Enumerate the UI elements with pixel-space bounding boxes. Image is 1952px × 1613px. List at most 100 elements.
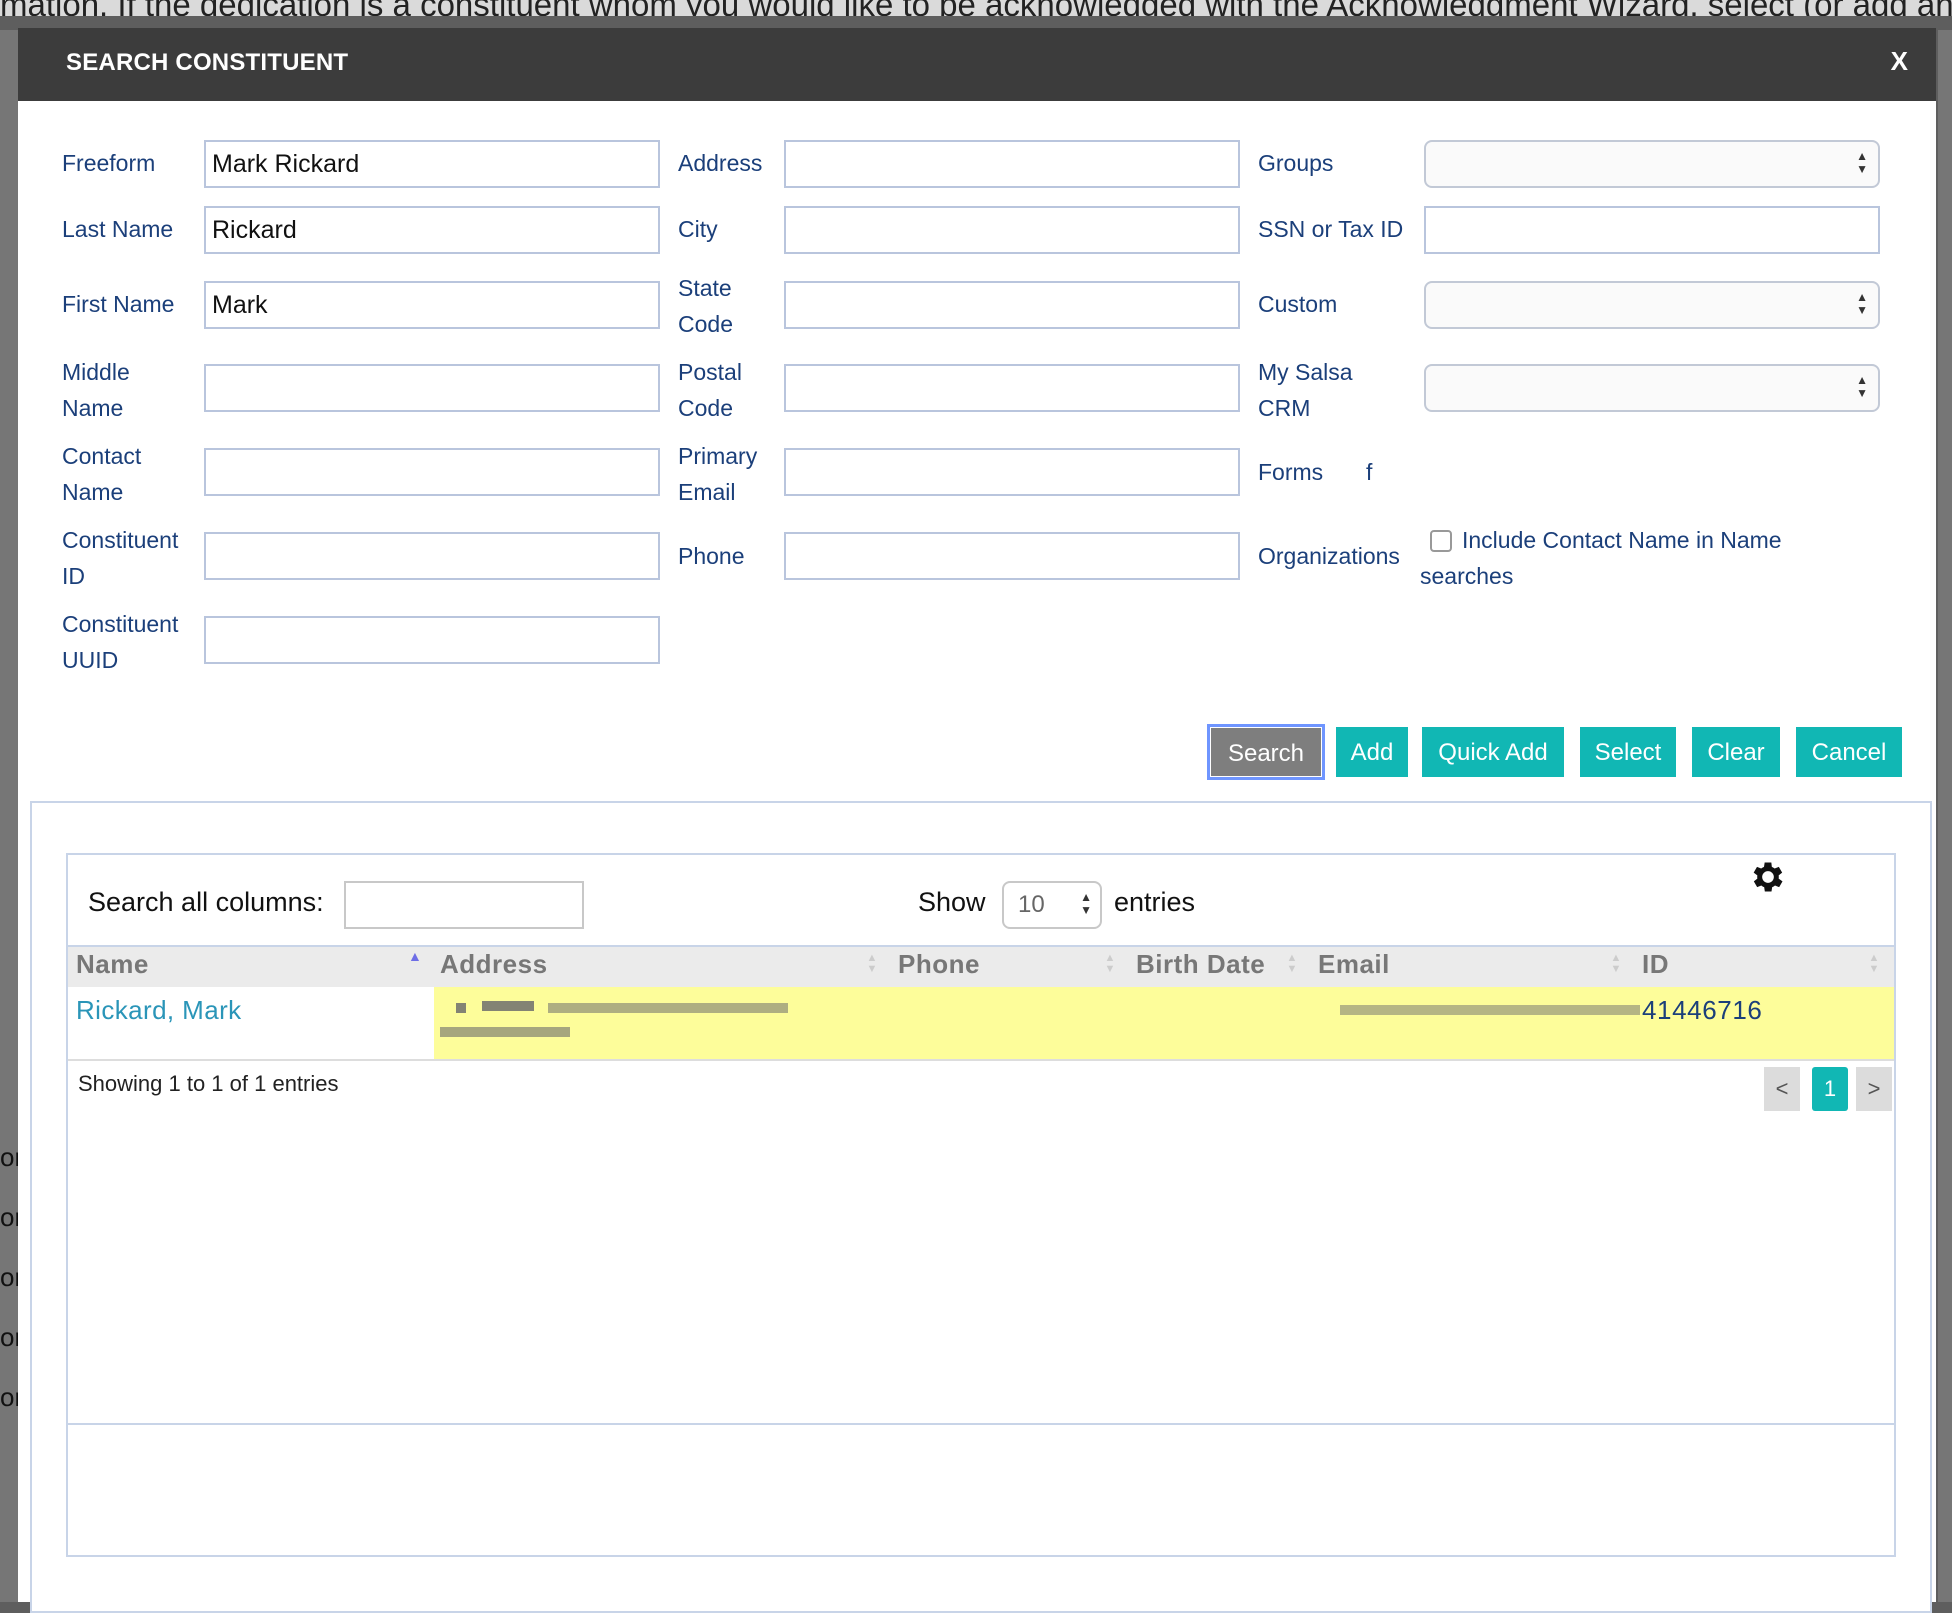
sort-icon: ▲ ▼ bbox=[1286, 952, 1298, 975]
entries-per-page-select[interactable]: 10 ▲ ▼ bbox=[1002, 881, 1102, 929]
label-line: Name bbox=[62, 479, 124, 505]
constituent-id-label: Constituent ID bbox=[62, 522, 178, 594]
gear-icon[interactable] bbox=[1748, 857, 1788, 897]
column-header-birth-date[interactable]: Birth Date bbox=[1136, 949, 1265, 980]
constituent-id-cell: 41446716 bbox=[1642, 995, 1763, 1025]
label-line: Code bbox=[678, 395, 733, 421]
show-label: Show bbox=[918, 887, 986, 917]
address-label: Address bbox=[678, 150, 763, 176]
constituent-uuid-input[interactable] bbox=[204, 616, 660, 664]
label-line: CRM bbox=[1258, 395, 1311, 421]
label-line: Code bbox=[678, 311, 733, 337]
custom-label: Custom bbox=[1258, 291, 1338, 317]
sort-icon: ▲ ▼ bbox=[1868, 952, 1880, 975]
cancel-button[interactable]: Cancel bbox=[1796, 727, 1902, 777]
forms-label: Forms bbox=[1258, 459, 1324, 485]
label-line: Middle bbox=[62, 359, 130, 385]
primary-email-label: Primary Email bbox=[678, 438, 757, 510]
search-all-columns-label: Search all columns: bbox=[88, 887, 324, 917]
label-line: My Salsa bbox=[1258, 359, 1353, 385]
redacted-address bbox=[548, 1003, 788, 1013]
label-line: Constituent bbox=[62, 527, 179, 553]
table-info: Showing 1 to 1 of 1 entries bbox=[78, 1071, 339, 1096]
primary-email-input[interactable] bbox=[784, 448, 1240, 496]
city-input[interactable] bbox=[784, 206, 1240, 254]
first-name-input[interactable] bbox=[204, 281, 660, 329]
add-button[interactable]: Add bbox=[1336, 727, 1408, 777]
label-line: Name bbox=[62, 395, 124, 421]
my-salsa-crm-select[interactable]: ▲ ▼ bbox=[1424, 364, 1880, 412]
pagination-previous[interactable]: < bbox=[1764, 1067, 1800, 1111]
sort-ascending-icon: ▲ bbox=[408, 948, 422, 964]
dialog-titlebar: SEARCH CONSTITUENT X bbox=[18, 28, 1936, 101]
background-page-text: mation. If the dedication is a constitue… bbox=[0, 0, 1952, 16]
label-line: UUID bbox=[62, 647, 119, 673]
dialog-title: SEARCH CONSTITUENT bbox=[66, 49, 349, 76]
contact-name-input[interactable] bbox=[204, 448, 660, 496]
label-line: Primary bbox=[678, 443, 758, 469]
label-line: searches bbox=[1420, 563, 1514, 589]
select-arrows-icon: ▲ ▼ bbox=[1856, 373, 1868, 400]
city-label: City bbox=[678, 216, 718, 242]
redacted-address bbox=[440, 1027, 570, 1037]
redacted-address bbox=[482, 1001, 534, 1011]
sort-icon: ▲ ▼ bbox=[1104, 952, 1116, 975]
state-code-input[interactable] bbox=[784, 281, 1240, 329]
phone-input[interactable] bbox=[784, 532, 1240, 580]
search-all-columns-input[interactable] bbox=[344, 881, 584, 929]
groups-select[interactable]: ▲ ▼ bbox=[1424, 140, 1880, 188]
ssn-input[interactable] bbox=[1424, 206, 1880, 254]
middle-name-label: Middle Name bbox=[62, 354, 130, 426]
label-line: Email bbox=[678, 479, 736, 505]
search-constituent-dialog: SEARCH CONSTITUENT X Freeform Last Name … bbox=[18, 28, 1938, 1613]
last-name-input[interactable] bbox=[204, 206, 660, 254]
search-button[interactable]: Search bbox=[1210, 727, 1322, 777]
column-header-id[interactable]: ID bbox=[1642, 949, 1669, 980]
label-line: Constituent bbox=[62, 611, 179, 637]
close-icon[interactable]: X bbox=[1891, 46, 1908, 77]
column-header-address[interactable]: Address bbox=[440, 949, 548, 980]
label-line: State bbox=[678, 275, 732, 301]
constituent-id-input[interactable] bbox=[204, 532, 660, 580]
middle-name-input[interactable] bbox=[204, 364, 660, 412]
groups-label: Groups bbox=[1258, 150, 1334, 176]
redacted-email bbox=[1340, 1005, 1640, 1015]
my-salsa-crm-label: My Salsa CRM bbox=[1258, 354, 1353, 426]
postal-code-input[interactable] bbox=[784, 364, 1240, 412]
clear-button[interactable]: Clear bbox=[1692, 727, 1780, 777]
ssn-label: SSN or Tax ID bbox=[1258, 216, 1404, 242]
table-row[interactable]: Rickard, Mark 41446716 bbox=[68, 987, 1894, 1061]
sort-icon: ▲ ▼ bbox=[866, 952, 878, 975]
table-header: Name ▲ Address ▲ ▼ Phone ▲ ▼ Birth Date ▲ ▼… bbox=[68, 945, 1894, 989]
label-line: Include Contact Name in Name bbox=[1462, 527, 1782, 553]
results-table-wrapper: Search all columns: Show 10 ▲ ▼ entries N… bbox=[66, 853, 1896, 1557]
select-arrows-icon: ▲ ▼ bbox=[1080, 890, 1092, 917]
freeform-input[interactable] bbox=[204, 140, 660, 188]
state-code-label: State Code bbox=[678, 270, 733, 342]
background-right-strip bbox=[1938, 30, 1952, 1602]
results-panel: Search all columns: Show 10 ▲ ▼ entries N… bbox=[30, 801, 1932, 1613]
contact-name-label: Contact Name bbox=[62, 438, 141, 510]
pagination-next[interactable]: > bbox=[1856, 1067, 1892, 1111]
dialog-body: Freeform Last Name First Name Middle Name… bbox=[18, 101, 1938, 1613]
column-header-email[interactable]: Email bbox=[1318, 949, 1390, 980]
forms-value[interactable]: f bbox=[1366, 454, 1372, 490]
pagination-page-1[interactable]: 1 bbox=[1812, 1067, 1848, 1111]
postal-code-label: Postal Code bbox=[678, 354, 742, 426]
redacted-address bbox=[456, 1003, 466, 1013]
label-line: Postal bbox=[678, 359, 742, 385]
select-arrows-icon: ▲ ▼ bbox=[1856, 149, 1868, 176]
custom-select[interactable]: ▲ ▼ bbox=[1424, 281, 1880, 329]
background-left-strip: on on on on on bbox=[0, 30, 29, 1602]
address-input[interactable] bbox=[784, 140, 1240, 188]
quick-add-button[interactable]: Quick Add bbox=[1422, 727, 1564, 777]
organizations-label: Organizations bbox=[1258, 543, 1400, 569]
select-button[interactable]: Select bbox=[1580, 727, 1676, 777]
column-header-phone[interactable]: Phone bbox=[898, 949, 980, 980]
column-header-name[interactable]: Name bbox=[76, 949, 149, 980]
phone-label: Phone bbox=[678, 543, 745, 569]
last-name-label: Last Name bbox=[62, 216, 174, 242]
freeform-label: Freeform bbox=[62, 150, 156, 176]
include-contact-name-label: Include Contact Name in Name searches bbox=[1420, 522, 1782, 594]
constituent-name-link[interactable]: Rickard, Mark bbox=[76, 995, 242, 1026]
